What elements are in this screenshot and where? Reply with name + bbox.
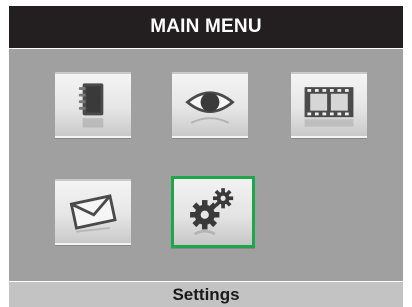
notebook-icon [78, 83, 104, 128]
status-bar: Settings [9, 282, 403, 307]
menu-grid [9, 49, 403, 281]
page-title: MAIN MENU [9, 6, 403, 48]
selected-item-label: Settings [172, 284, 240, 304]
film-strip-icon [304, 87, 354, 127]
menu-item-envelope[interactable] [55, 179, 131, 245]
menu-item-eye[interactable] [172, 72, 248, 138]
eye-icon [185, 91, 235, 124]
menu-item-settings[interactable] [171, 176, 255, 248]
main-menu-screen: MAIN MENU Settings [0, 0, 412, 307]
gears-icon [190, 188, 234, 236]
menu-item-notebook[interactable] [55, 72, 131, 138]
menu-item-film-strip[interactable] [291, 72, 367, 138]
envelope-icon [69, 194, 117, 233]
